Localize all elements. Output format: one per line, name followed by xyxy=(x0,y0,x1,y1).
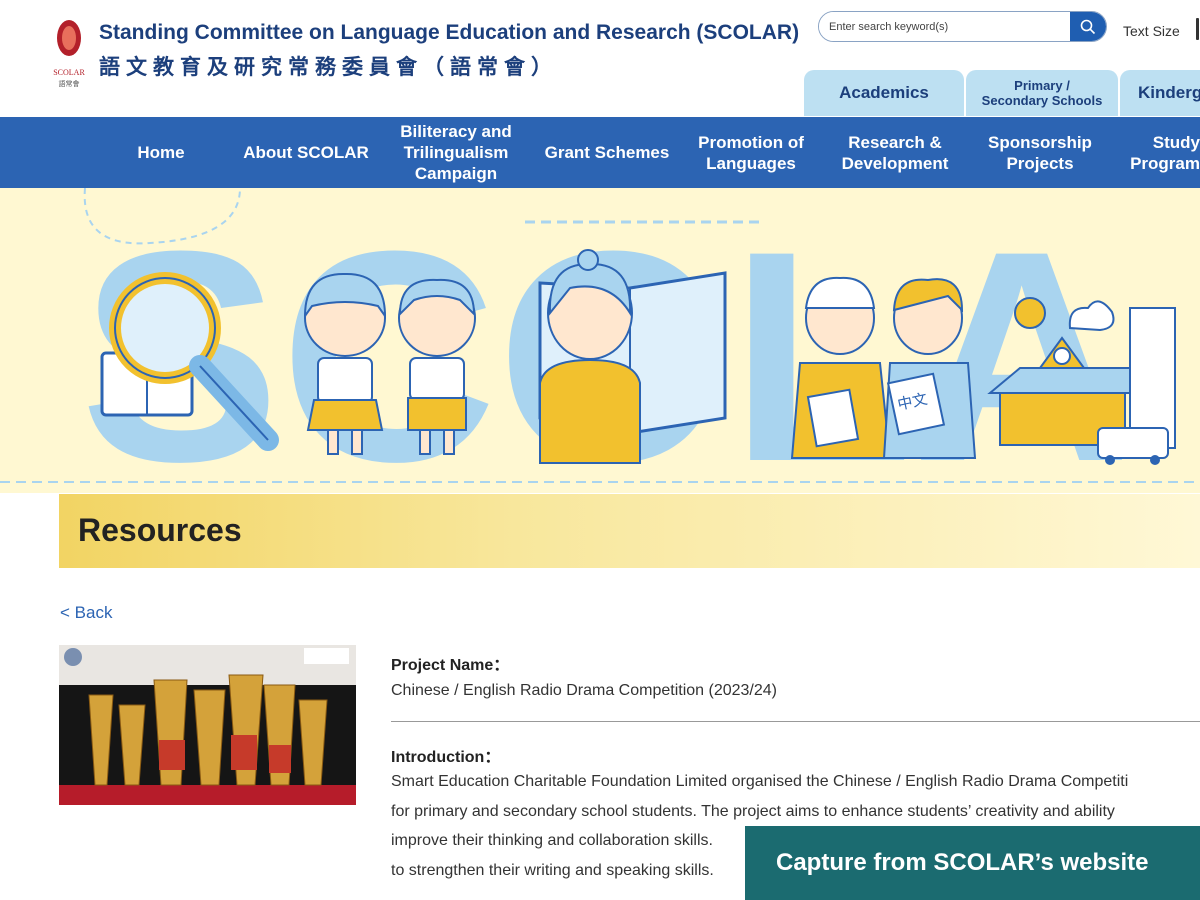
nav-item-promotion-of-languages[interactable]: Promotion of Languages xyxy=(690,117,812,188)
site-title-english: Standing Committee on Language Education… xyxy=(99,21,800,44)
nav-study-line1: Study xyxy=(1152,132,1200,152)
nav-item-research-development[interactable]: Research & Development xyxy=(832,117,958,188)
introduction-label: Introduction： xyxy=(391,749,501,766)
project-name-label: Project Name： xyxy=(391,657,510,674)
scolar-logo[interactable]: SCOLAR 語常會 xyxy=(46,18,92,90)
nav-biliteracy-line1: Biliteracy and xyxy=(400,122,512,141)
nav-item-sponsorship-projects[interactable]: Sponsorship Projects xyxy=(978,117,1102,188)
search-button[interactable] xyxy=(1070,12,1106,41)
section-divider xyxy=(391,721,1200,722)
introduction-line: for primary and secondary school student… xyxy=(391,803,1115,820)
logo-subtext: 語常會 xyxy=(59,79,80,88)
main-nav: Home About SCOLAR Biliteracy and Triling… xyxy=(0,117,1200,188)
project-name-value: Chinese / English Radio Drama Competitio… xyxy=(391,682,777,699)
nav-item-grant-schemes[interactable]: Grant Schemes xyxy=(535,117,679,188)
tab-academics-label: Academics xyxy=(839,83,929,102)
back-link[interactable]: < Back xyxy=(60,603,112,623)
nav-research-line1: Research & xyxy=(848,132,942,152)
tab-kindergarten-label: Kinderg xyxy=(1138,83,1200,102)
introduction-line: improve their thinking and collaboration… xyxy=(391,832,713,849)
project-photo xyxy=(59,645,356,805)
tab-primary-secondary-schools[interactable]: Primary / Secondary Schools xyxy=(966,70,1118,116)
nav-item-home[interactable]: Home xyxy=(121,117,201,188)
nav-item-biliteracy-campaign[interactable]: Biliteracy and Trilingualism Campaign xyxy=(388,117,524,188)
tab-academics[interactable]: Academics xyxy=(804,70,964,116)
site-title-chinese: 語文教育及研究常務委員會（語常會） xyxy=(99,56,558,79)
school-scene-illustration xyxy=(987,297,1176,465)
search-input[interactable] xyxy=(819,12,1070,41)
introduction-line: to strengthen their writing and speaking… xyxy=(391,862,714,879)
nav-grant-label: Grant Schemes xyxy=(544,143,670,162)
nav-biliteracy-line2: Trilingualism xyxy=(403,143,509,162)
nav-sponsorship-line1: Sponsorship xyxy=(988,132,1092,152)
tab-primary-label-line2: Secondary Schools xyxy=(981,93,1103,108)
tab-kindergarten[interactable]: Kinderg xyxy=(1120,70,1200,116)
introduction-line: Smart Education Charitable Foundation Li… xyxy=(391,773,1129,790)
nav-sponsorship-line2: Projects xyxy=(1006,153,1074,173)
nav-home-label: Home xyxy=(137,143,185,162)
search-box xyxy=(818,11,1107,42)
tab-primary-label-line1: Primary / xyxy=(1014,78,1070,93)
nav-research-line2: Development xyxy=(841,153,949,173)
banner-illustration: SCOLA xyxy=(0,188,1200,493)
nav-promotion-line2: Languages xyxy=(706,153,796,173)
nav-promotion-line1: Promotion of xyxy=(698,132,804,152)
nav-item-about-scolar[interactable]: About SCOLAR xyxy=(232,117,380,188)
text-size-control[interactable] xyxy=(1196,18,1199,40)
nav-biliteracy-line3: Campaign xyxy=(414,164,498,183)
nav-study-line2: Program xyxy=(1130,153,1200,173)
page-title: Resources xyxy=(78,512,242,548)
text-size-label: Text Size xyxy=(1123,23,1180,39)
boy-student-illustration xyxy=(398,278,476,455)
girl-student-illustration xyxy=(303,272,387,455)
nav-about-label: About SCOLAR xyxy=(243,143,369,162)
hero-banner: SCOLA xyxy=(0,188,1200,493)
caption-overlay: Capture from SCOLAR’s website xyxy=(745,826,1200,900)
logo-text: SCOLAR xyxy=(53,68,85,77)
search-icon xyxy=(1080,19,1096,34)
nav-item-study-programmes[interactable]: Study Program xyxy=(1126,117,1200,188)
